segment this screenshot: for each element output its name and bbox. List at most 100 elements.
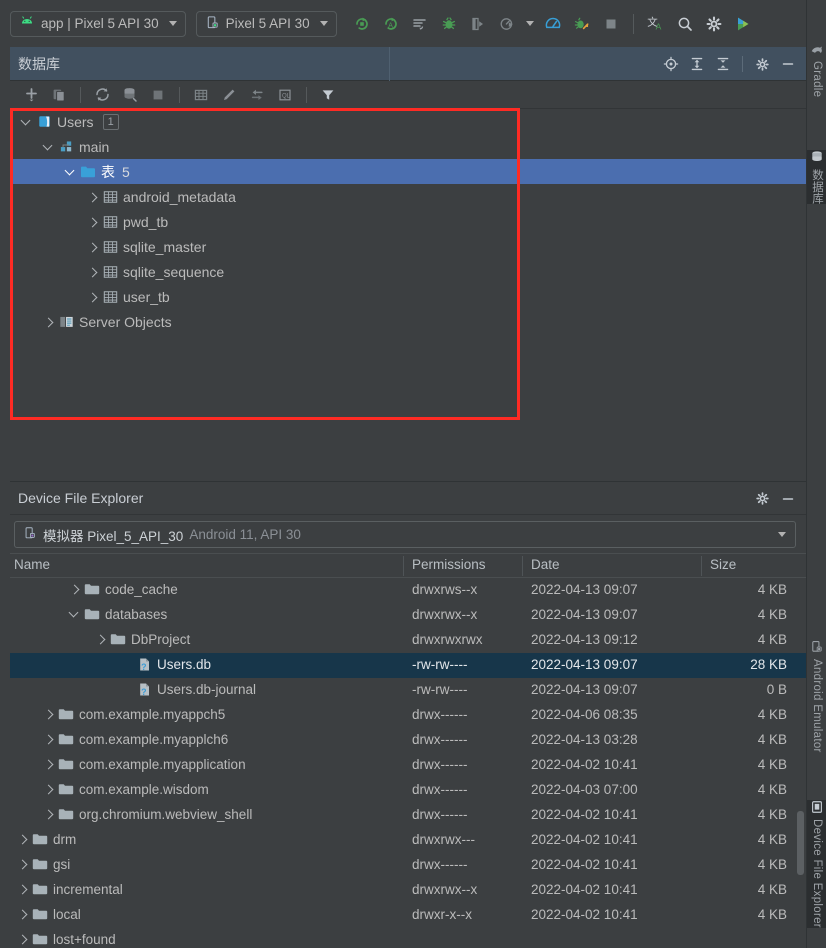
- rail-tab-数据库[interactable]: 数据库: [807, 150, 826, 205]
- file-table-row[interactable]: com.example.wisdom drwx------ 2022-04-03 0…: [0, 778, 806, 803]
- chevron-right-icon[interactable]: [84, 264, 100, 280]
- db-tree-row[interactable]: user_tb: [0, 284, 806, 309]
- rail-tab-android-emulator[interactable]: Android Emulator: [807, 640, 826, 753]
- column-divider[interactable]: [403, 556, 404, 576]
- settings-gear-icon[interactable]: [750, 487, 774, 511]
- file-name-label: lost+found: [53, 932, 116, 947]
- column-divider[interactable]: [701, 556, 702, 576]
- file-table-row[interactable]: ? Users.db-journal -rw-rw---- 2022-04-13 09…: [0, 678, 806, 703]
- chevron-down-icon[interactable]: [66, 607, 82, 622]
- settings-gear-icon[interactable]: [701, 11, 727, 37]
- chevron-right-icon[interactable]: [84, 239, 100, 255]
- search-icon[interactable]: [672, 11, 698, 37]
- file-table-row[interactable]: org.chromium.webview_shell drwx------ 2022…: [0, 803, 806, 828]
- column-header-name[interactable]: Name: [14, 557, 50, 572]
- db-tree-row[interactable]: Server Objects: [0, 309, 806, 334]
- sync-database-icon[interactable]: [117, 83, 143, 107]
- profiler-icon[interactable]: [540, 11, 566, 37]
- column-header-size[interactable]: Size: [710, 557, 736, 572]
- db-tree-row[interactable]: pwd_tb: [0, 209, 806, 234]
- file-table-row[interactable]: local drwxr-x--x 2022-04-02 10:41 4 KB: [0, 903, 806, 928]
- chevron-down-icon[interactable]: [523, 11, 537, 37]
- chevron-right-icon[interactable]: [40, 732, 56, 747]
- file-table-row[interactable]: incremental drwxrwx--x 2022-04-02 10:41 4 K…: [0, 878, 806, 903]
- chevron-right-icon[interactable]: [40, 314, 56, 330]
- settings-gear-icon[interactable]: [750, 52, 774, 76]
- svg-text:A: A: [656, 21, 662, 31]
- column-header-permissions[interactable]: Permissions: [412, 557, 486, 572]
- apply-changes-icon[interactable]: A: [378, 11, 404, 37]
- minimize-icon[interactable]: [776, 487, 800, 511]
- column-header-date[interactable]: Date: [531, 557, 560, 572]
- file-table-row[interactable]: code_cache drwxrws--x 2022-04-13 09:07 4 KB: [0, 578, 806, 603]
- avd-manager-icon[interactable]: [730, 11, 756, 37]
- minimize-icon[interactable]: [776, 52, 800, 76]
- filter-icon[interactable]: [315, 83, 341, 107]
- edit-icon[interactable]: [216, 83, 242, 107]
- chevron-down-icon[interactable]: [319, 21, 328, 26]
- chevron-right-icon[interactable]: [40, 707, 56, 722]
- file-table-row[interactable]: com.example.myapplication drwx------ 2022-…: [0, 753, 806, 778]
- column-divider[interactable]: [522, 556, 523, 576]
- refresh-icon[interactable]: [89, 83, 115, 107]
- chevron-right-icon[interactable]: [92, 632, 108, 647]
- chevron-right-icon[interactable]: [84, 214, 100, 230]
- chevron-down-icon[interactable]: [168, 21, 177, 26]
- file-table-row[interactable]: drm drwxrwx--- 2022-04-02 10:41 4 KB: [0, 828, 806, 853]
- chevron-right-icon[interactable]: [66, 582, 82, 597]
- db-tree-row[interactable]: main: [0, 134, 806, 159]
- db-tree-row[interactable]: sqlite_master: [0, 234, 806, 259]
- chevron-right-icon[interactable]: [14, 932, 30, 947]
- folder-icon: [56, 808, 76, 821]
- run-configuration-selector[interactable]: app | Pixel 5 API 30: [10, 10, 186, 37]
- rail-tab-gradle[interactable]: Gradle: [807, 42, 826, 97]
- file-table-row[interactable]: com.example.myapplch6 drwx------ 2022-04-1…: [0, 728, 806, 753]
- stop-icon[interactable]: [145, 83, 171, 107]
- jump-to-source-icon[interactable]: [244, 83, 270, 107]
- stop-icon[interactable]: [598, 11, 624, 37]
- target-device-selector[interactable]: Pixel 5 API 30: [195, 10, 337, 37]
- chevron-right-icon[interactable]: [40, 807, 56, 822]
- expand-all-icon[interactable]: [685, 52, 709, 76]
- translate-icon[interactable]: 文A: [643, 11, 669, 37]
- chevron-right-icon[interactable]: [14, 882, 30, 897]
- chevron-right-icon[interactable]: [14, 857, 30, 872]
- add-data-source-icon[interactable]: [18, 83, 44, 107]
- db-tree-row[interactable]: android_metadata: [0, 184, 806, 209]
- attach-debugger-icon[interactable]: [465, 11, 491, 37]
- db-tree-row[interactable]: sqlite_sequence: [0, 259, 806, 284]
- database-tree[interactable]: Users 1 main 表 5 android_metadata pwd_tb sqlite…: [0, 109, 806, 479]
- open-console-icon[interactable]: QL: [272, 83, 298, 107]
- debug-arrow-icon[interactable]: [569, 11, 595, 37]
- file-table-row[interactable]: DbProject drwxrwxrwx 2022-04-13 09:12 4 KB: [0, 628, 806, 653]
- chevron-right-icon[interactable]: [40, 757, 56, 772]
- device-selector[interactable]: 模拟器 Pixel_5_API_30 Android 11, API 30: [14, 521, 796, 548]
- file-table-row[interactable]: gsi drwx------ 2022-04-02 10:41 4 KB: [0, 853, 806, 878]
- chevron-right-icon[interactable]: [40, 782, 56, 797]
- duplicate-icon[interactable]: [46, 83, 72, 107]
- db-tree-row[interactable]: Users 1: [0, 109, 806, 134]
- run-with-coverage-icon[interactable]: [494, 11, 520, 37]
- db-tree-row[interactable]: 表5: [0, 159, 806, 184]
- collapse-all-icon[interactable]: [711, 52, 735, 76]
- open-table-editor-icon[interactable]: [188, 83, 214, 107]
- file-table-body[interactable]: code_cache drwxrws--x 2022-04-13 09:07 4 KB…: [0, 578, 806, 948]
- file-table-row[interactable]: lost+found: [0, 928, 806, 948]
- chevron-down-icon[interactable]: [62, 164, 78, 180]
- chevron-down-icon[interactable]: [40, 139, 56, 155]
- file-table-row[interactable]: com.example.myappch5 drwx------ 2022-04-06…: [0, 703, 806, 728]
- chevron-right-icon[interactable]: [84, 289, 100, 305]
- run-icon[interactable]: [349, 11, 375, 37]
- debug-icon[interactable]: [436, 11, 462, 37]
- chevron-right-icon[interactable]: [14, 832, 30, 847]
- chevron-down-icon[interactable]: [18, 114, 34, 130]
- chevron-right-icon[interactable]: [84, 189, 100, 205]
- chevron-down-icon[interactable]: [778, 532, 786, 537]
- vertical-scrollbar[interactable]: [797, 811, 804, 875]
- file-table-row[interactable]: ? Users.db -rw-rw---- 2022-04-13 09:07 28 KB: [0, 653, 806, 678]
- apply-code-changes-icon[interactable]: [407, 11, 433, 37]
- locate-target-icon[interactable]: [659, 52, 683, 76]
- chevron-right-icon[interactable]: [14, 907, 30, 922]
- file-table-row[interactable]: databases drwxrwx--x 2022-04-13 09:07 4 KB: [0, 603, 806, 628]
- rail-tab-device-file-explorer[interactable]: Device File Explorer: [807, 800, 826, 928]
